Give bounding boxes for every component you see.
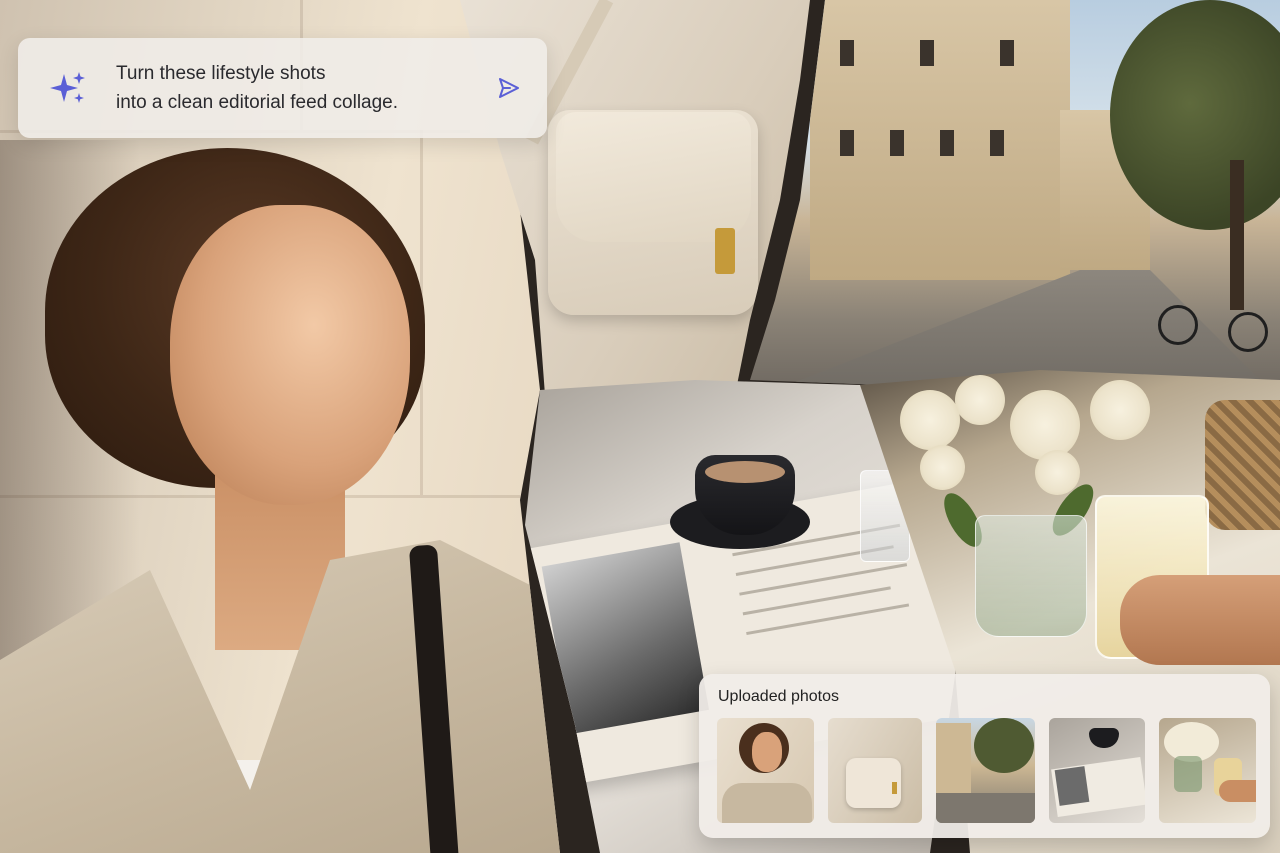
prompt-line-2: into a clean editorial feed collage. — [116, 92, 399, 113]
prompt-card[interactable]: Turn these lifestyle shots into a clean … — [18, 38, 547, 138]
collage-photo-street — [750, 0, 1280, 400]
thumbnail-strip — [717, 718, 1256, 823]
thumbnail-handbag[interactable] — [828, 718, 923, 823]
send-icon — [499, 78, 519, 98]
thumbnail-street[interactable] — [936, 718, 1035, 823]
thumbnail-coffee[interactable] — [1048, 718, 1145, 823]
uploaded-photos-panel: Uploaded photos — [699, 674, 1270, 838]
prompt-line-1: Turn these lifestyle shots — [116, 63, 326, 84]
thumbnail-flowers[interactable] — [1158, 718, 1256, 823]
send-button[interactable] — [493, 72, 525, 104]
thumbnail-portrait[interactable] — [717, 718, 815, 823]
uploaded-photos-title: Uploaded photos — [718, 688, 839, 705]
sparkle-icon — [50, 72, 85, 103]
prompt-text: Turn these lifestyle shots into a clean … — [116, 59, 493, 117]
